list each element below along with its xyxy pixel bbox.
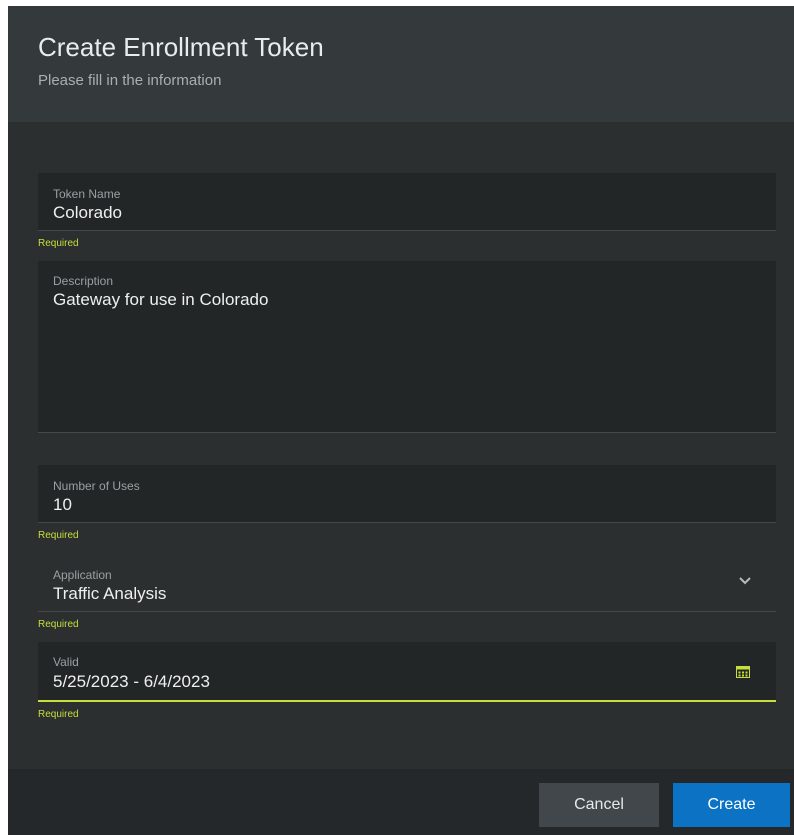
- token-name-input[interactable]: Colorado: [53, 203, 122, 223]
- dialog-title: Create Enrollment Token: [38, 32, 324, 62]
- valid-required-hint: Required: [38, 709, 79, 720]
- token-name-label: Token Name: [53, 187, 121, 201]
- application-select[interactable]: Application Traffic Analysis: [38, 554, 776, 612]
- number-of-uses-field[interactable]: Number of Uses 10: [38, 465, 776, 523]
- chevron-down-icon[interactable]: [738, 576, 752, 586]
- calendar-icon[interactable]: [736, 666, 750, 678]
- number-of-uses-input[interactable]: 10: [53, 495, 72, 515]
- create-button[interactable]: Create: [673, 783, 790, 827]
- dialog-subtitle: Please fill in the information: [38, 72, 222, 89]
- application-required-hint: Required: [38, 619, 79, 630]
- dialog-footer: Cancel Create: [8, 769, 794, 835]
- description-field[interactable]: Description Gateway for use in Colorado: [38, 261, 776, 433]
- number-of-uses-required-hint: Required: [38, 530, 79, 541]
- valid-label: Valid: [53, 655, 79, 669]
- create-enrollment-token-dialog: Create Enrollment Token Please fill in t…: [8, 6, 794, 835]
- token-name-field[interactable]: Token Name Colorado: [38, 173, 776, 231]
- description-label: Description: [53, 274, 114, 288]
- cancel-button[interactable]: Cancel: [539, 783, 659, 827]
- dialog-header: Create Enrollment Token Please fill in t…: [8, 6, 794, 122]
- description-textarea[interactable]: Gateway for use in Colorado: [53, 290, 268, 310]
- valid-date-range-field[interactable]: Valid 5/25/2023 - 6/4/2023: [38, 642, 776, 702]
- number-of-uses-label: Number of Uses: [53, 479, 140, 493]
- application-label: Application: [53, 568, 112, 582]
- application-value: Traffic Analysis: [53, 584, 167, 603]
- token-name-required-hint: Required: [38, 238, 79, 249]
- valid-date-range-input[interactable]: 5/25/2023 - 6/4/2023: [53, 672, 210, 692]
